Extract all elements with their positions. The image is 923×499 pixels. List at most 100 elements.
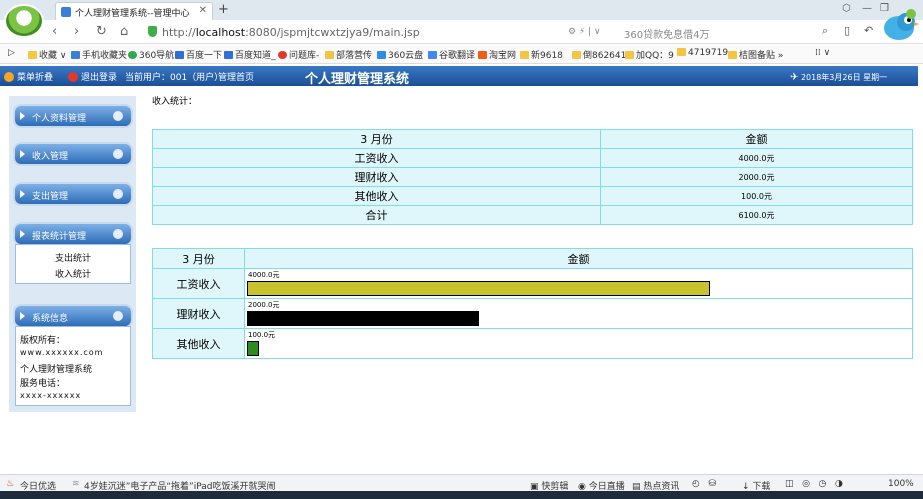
bookmark-item[interactable]: 部落营传 (325, 48, 372, 61)
admin-home-link[interactable]: 管理首页 (218, 70, 254, 83)
status-misc-icons[interactable]: ◫ ◎ ◷ ◑ (785, 479, 843, 489)
row-label: 工资收入 (152, 148, 601, 168)
bar-category-label: 理财收入 (152, 298, 245, 329)
menu-expense[interactable]: 支出管理 (15, 184, 131, 204)
search-input[interactable]: 360贷款免息借4万 (616, 23, 836, 41)
bookmark-item[interactable]: 4719719 (677, 48, 728, 58)
bookmark-item[interactable]: 淘宝网 (478, 48, 516, 61)
menu-label: 报表统计管理 (32, 232, 87, 242)
menu-income[interactable]: 收入管理 (15, 144, 131, 164)
url-field[interactable]: http://localhost:8080/jspmjtcwxtzjya9/ma… (144, 23, 616, 41)
browser-tab-bar: 个人理财管理系统--管理中心 ✕ + ⬡ — ❐ (0, 0, 923, 38)
row-amount: 2000.0元 (600, 167, 913, 187)
bookmark-item[interactable]: 百度知道_ (224, 48, 276, 61)
fire-icon: ♨ (6, 479, 15, 489)
system-info-box: 版权所有： www.xxxxxx.com 个人理财管理系统 服务电话： xxxx… (15, 326, 131, 406)
table-row-total: 合计 6100.0元 (152, 205, 913, 225)
undo-icon[interactable]: ↶ (864, 24, 873, 37)
total-amount: 6100.0元 (600, 205, 913, 225)
menu-label: 收入管理 (32, 152, 69, 162)
submenu-income-stats[interactable]: 收入统计 (16, 267, 130, 280)
chart-month-header: 3 月份 (152, 248, 245, 269)
search-icon[interactable]: ⌕ (822, 24, 828, 38)
expand-toggle-icon[interactable] (113, 111, 123, 121)
browser-tab[interactable]: 个人理财管理系统--管理中心 ✕ (55, 2, 213, 20)
new-tab-icon[interactable]: + (218, 2, 229, 17)
bookmark-item[interactable]: 谷歌翻译 (428, 48, 475, 61)
info-system-name: 个人理财管理系统 (20, 365, 93, 375)
bookmark-item[interactable]: 倒862641 (572, 48, 626, 61)
bar-value-label: 2000.0元 (248, 301, 280, 309)
row-amount: 100.0元 (600, 186, 913, 206)
expand-toggle-icon[interactable] (113, 189, 123, 199)
sidebar-toggle-icon[interactable]: ▷ (8, 48, 15, 58)
bookmark-item[interactable]: 加QQ：9 (625, 48, 674, 61)
bar-category-label: 工资收入 (152, 268, 245, 299)
bookmark-item[interactable]: 手机收藏夹 (71, 48, 127, 61)
chart-row: 理财收入 2000.0元 (152, 298, 913, 329)
bookmark-item[interactable]: 桔图备贴 » (728, 48, 783, 61)
row-amount: 4000.0元 (600, 148, 913, 168)
amount-header: 金额 (600, 129, 913, 149)
current-date: ✈ 2018年3月26日 星期一 (790, 72, 888, 83)
app-header: 菜单折叠 退出登录 当前用户：001（用户） 管理首页 个人理财管理系统 ✈ 2… (0, 66, 918, 87)
bookmarks-bar: ▷ 收藏 ∨ 手机收藏夹 360导航 百度一下 百度知道_ 问题库- 部落营传 … (0, 44, 923, 64)
speed-mode-icon[interactable]: ⚙ ⚡ | ∨ (568, 27, 601, 37)
minimize-icon[interactable]: — (862, 3, 872, 14)
bookmark-item[interactable]: 问题库- (278, 48, 319, 61)
collapse-menu-link[interactable]: 菜单折叠 (4, 70, 53, 83)
table-row: 其他收入 100.0元 (152, 186, 913, 206)
page-caption: 收入统计： (152, 97, 198, 107)
menu-label: 支出管理 (32, 192, 69, 202)
back-icon[interactable]: ‹ (52, 24, 57, 39)
home-icon[interactable]: ⌂ (120, 24, 128, 39)
security-shield-icon (148, 26, 157, 37)
bar-cell: 100.0元 (244, 328, 913, 359)
address-bar-row: ‹ › ↻ ⌂ http://localhost:8080/jspmjtcwxt… (0, 20, 923, 44)
reload-icon[interactable]: ↻ (96, 24, 107, 39)
collapse-toggle-icon[interactable] (113, 229, 123, 239)
info-phone: xxxx-xxxxxx (20, 391, 82, 400)
arrow-icon (20, 312, 25, 320)
bookmark-item[interactable]: 360云盘 (377, 48, 423, 61)
bookmark-item[interactable]: 百度一下 (175, 48, 222, 61)
bar-salary (247, 281, 710, 296)
bar-cell: 4000.0元 (244, 268, 913, 299)
bar-value-label: 100.0元 (248, 331, 276, 339)
logout-icon (68, 72, 78, 82)
reading-mode-icon[interactable]: ▯ (844, 24, 850, 37)
arrow-icon (20, 190, 25, 198)
app-title: 个人理财管理系统 (305, 72, 410, 87)
status-tool-icons[interactable]: ◴ ⛁ (692, 479, 716, 489)
info-copyright: 版权所有： (20, 336, 66, 346)
submenu-expense-stats[interactable]: 支出统计 (16, 251, 130, 264)
user-avatar-icon[interactable] (4, 4, 44, 38)
tab-title: 个人理财管理系统--管理中心 (75, 9, 190, 19)
status-zoom[interactable]: 100% (888, 479, 914, 489)
shirt-skin-icon[interactable]: ⬡ (842, 3, 851, 14)
arrow-icon (20, 150, 25, 158)
bookmark-item[interactable]: 新9618 (520, 48, 563, 61)
bookmark-item[interactable]: 360导航 (128, 48, 174, 61)
income-bar-chart: 3 月份 金额 工资收入 4000.0元 理财收入 2000.0元 其他收入 1… (152, 248, 913, 359)
bar-cell: 2000.0元 (244, 298, 913, 329)
info-phone-label: 服务电话： (20, 379, 66, 389)
menu-profile[interactable]: 个人资料管理 (15, 106, 131, 126)
bookmark-item[interactable]: 收藏 ∨ (28, 48, 66, 61)
menu-system-info[interactable]: 系统信息 (15, 306, 131, 326)
logout-link[interactable]: 退出登录 (68, 70, 117, 83)
chart-row: 工资收入 4000.0元 (152, 268, 913, 299)
current-user: 当前用户：001（用户） (125, 73, 224, 83)
expand-toggle-icon[interactable] (113, 149, 123, 159)
arrow-icon (20, 230, 25, 238)
forward-icon[interactable]: › (74, 24, 79, 39)
row-label: 其他收入 (152, 186, 601, 206)
table-row: 理财收入 2000.0元 (152, 167, 913, 187)
os-taskbar (0, 491, 923, 499)
collapse-toggle-icon[interactable] (113, 311, 123, 321)
menu-reports[interactable]: 报表统计管理 (15, 224, 131, 244)
search-placeholder: 360贷款免息借4万 (624, 30, 710, 41)
close-tab-icon[interactable]: ✕ (199, 5, 207, 16)
bar-category-label: 其他收入 (152, 328, 245, 359)
apps-grid-icon[interactable]: ⁞⁞ ∨ (815, 48, 830, 58)
